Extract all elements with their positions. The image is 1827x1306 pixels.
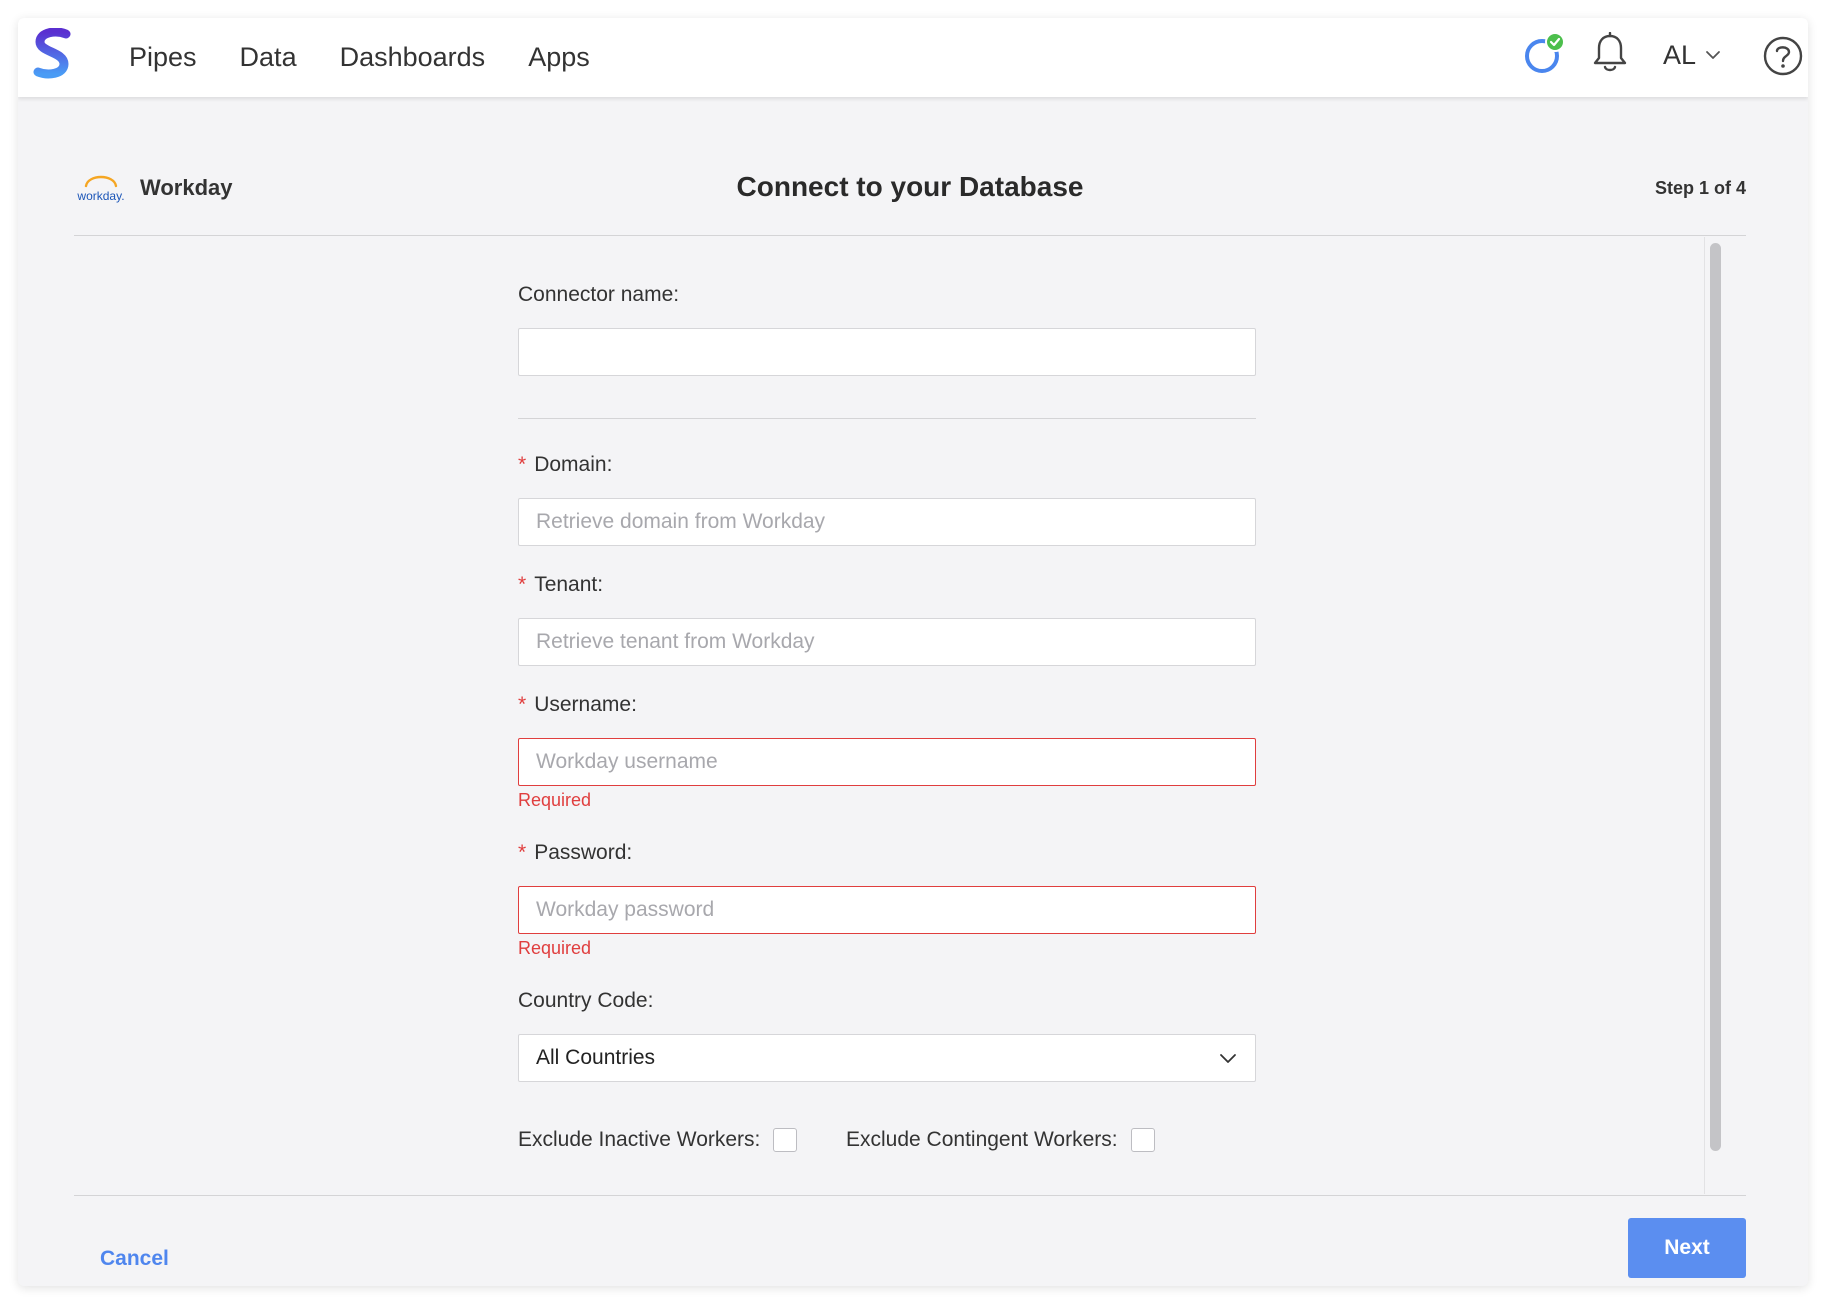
user-menu[interactable]: AL xyxy=(1663,36,1722,74)
exclude-inactive-row: Exclude Inactive Workers: xyxy=(518,1128,798,1152)
sync-status-icon[interactable] xyxy=(1520,30,1568,78)
password-input[interactable] xyxy=(518,886,1256,934)
top-nav-bar: Pipes Data Dashboards Apps AL xyxy=(18,18,1808,97)
password-error: Required xyxy=(518,938,592,958)
chevron-down-icon xyxy=(1706,51,1720,59)
next-button[interactable]: Next xyxy=(1628,1218,1746,1278)
country-code-select[interactable]: All Countries xyxy=(518,1034,1256,1082)
nav-item-pipes[interactable]: Pipes xyxy=(129,42,197,73)
help-icon[interactable] xyxy=(1761,34,1805,78)
exclude-contingent-row: Exclude Contingent Workers: xyxy=(846,1128,1155,1152)
step-indicator: Step 1 of 4 xyxy=(1654,178,1746,198)
notifications-bell-icon[interactable] xyxy=(1592,32,1628,74)
username-input[interactable] xyxy=(518,738,1256,786)
main-nav: Pipes Data Dashboards Apps xyxy=(129,18,633,97)
cancel-button[interactable]: Cancel xyxy=(100,1247,169,1271)
exclude-contingent-checkbox[interactable] xyxy=(1130,1128,1155,1152)
app-window: Pipes Data Dashboards Apps AL workday. W… xyxy=(18,18,1808,1286)
country-code-label: Country Code: xyxy=(518,989,654,1012)
form-separator xyxy=(518,418,1256,419)
header-divider xyxy=(74,235,1746,236)
app-logo-icon[interactable] xyxy=(30,28,76,80)
connector-name-input[interactable] xyxy=(518,328,1256,376)
exclude-inactive-checkbox[interactable] xyxy=(773,1128,798,1152)
domain-label: * Domain: xyxy=(518,453,613,476)
wizard-header: workday. Workday Connect to your Databas… xyxy=(74,168,1746,218)
username-error: Required xyxy=(518,790,592,810)
page-title: Connect to your Database xyxy=(736,171,1084,202)
nav-item-data[interactable]: Data xyxy=(240,42,297,73)
chevron-down-icon xyxy=(1220,1054,1236,1063)
password-label: * Password: xyxy=(518,841,633,864)
user-initials: AL xyxy=(1663,39,1697,70)
country-code-value: All Countries xyxy=(536,1046,656,1069)
username-label: * Username: xyxy=(518,693,637,716)
nav-item-dashboards[interactable]: Dashboards xyxy=(340,42,486,73)
exclude-contingent-label: Exclude Contingent Workers: xyxy=(846,1128,1118,1151)
domain-input[interactable] xyxy=(518,498,1256,546)
tenant-label: * Tenant: xyxy=(518,573,604,596)
tenant-input[interactable] xyxy=(518,618,1256,666)
footer-divider xyxy=(74,1195,1746,1196)
nav-item-apps[interactable]: Apps xyxy=(528,42,590,73)
connector-name-label: Connector name: xyxy=(518,283,680,306)
exclude-inactive-label: Exclude Inactive Workers: xyxy=(518,1128,761,1151)
form-scrollbar[interactable] xyxy=(1704,237,1724,1194)
scrollbar-thumb[interactable] xyxy=(1710,243,1721,1151)
